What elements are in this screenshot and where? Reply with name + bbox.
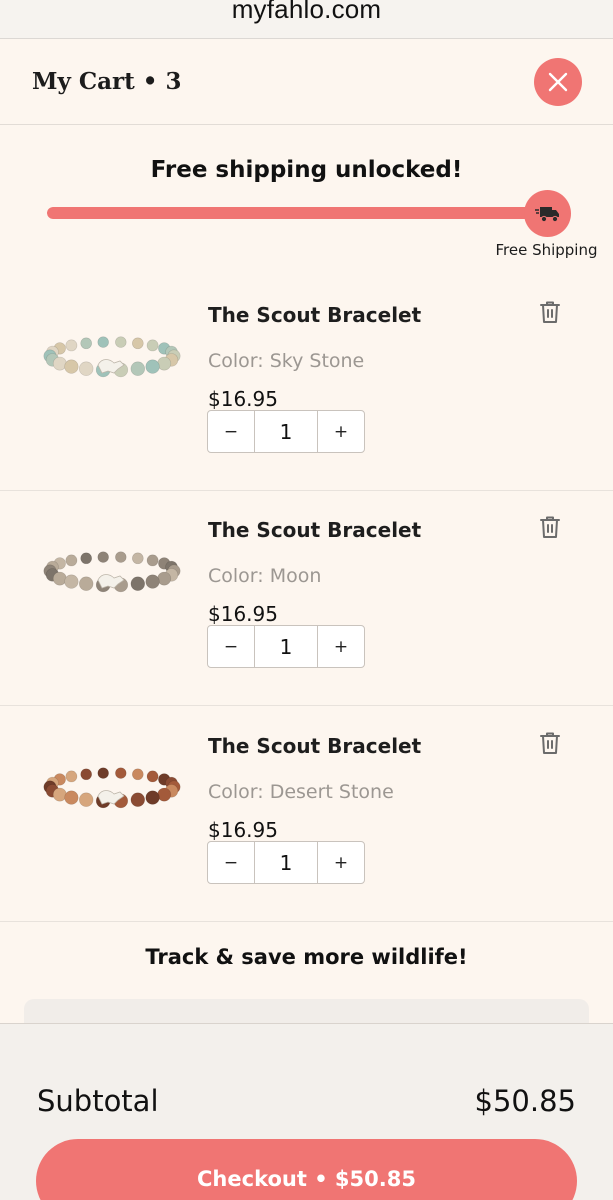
bracelet-bead	[146, 554, 159, 567]
bracelet-bead	[97, 551, 109, 563]
bracelet-bead	[115, 767, 127, 779]
increase-quantity-button[interactable]: +	[318, 411, 364, 452]
bracelet-bead	[97, 336, 109, 348]
cart-item: The Scout Bracelet Color: Sky Stone $16.…	[0, 276, 613, 491]
bracelet-bead	[64, 359, 79, 374]
bracelet-image[interactable]	[40, 752, 185, 822]
increase-quantity-button[interactable]: +	[318, 626, 364, 667]
quantity-value[interactable]: 1	[254, 626, 318, 667]
bracelet-image[interactable]	[40, 321, 185, 391]
bracelet-bead	[157, 787, 172, 802]
trash-icon[interactable]	[539, 515, 561, 539]
bracelet-bead	[130, 576, 146, 591]
close-cart-button[interactable]	[534, 58, 582, 106]
bracelet-bead	[65, 554, 78, 567]
item-price: $16.95	[208, 387, 278, 411]
decrease-quantity-button[interactable]: −	[208, 411, 254, 452]
bracelet-bead	[130, 361, 146, 376]
cart-footer: Subtotal $50.85 Checkout • $50.85	[0, 1023, 613, 1200]
close-icon	[548, 72, 568, 92]
bracelet-bead	[115, 336, 127, 348]
bracelet-bead	[146, 770, 159, 783]
bracelet-bead	[115, 551, 127, 563]
browser-url-text: myfahlo.com	[231, 0, 382, 24]
item-name[interactable]: The Scout Bracelet	[208, 518, 421, 542]
subtotal-label: Subtotal	[37, 1084, 159, 1118]
bracelet-bead	[80, 337, 93, 350]
item-color: Color: Moon	[208, 565, 322, 587]
bracelet-bead	[65, 339, 78, 352]
shipping-progress-bar	[47, 207, 547, 219]
decrease-quantity-button[interactable]: −	[208, 842, 254, 883]
free-shipping-label: Free Shipping	[495, 241, 598, 259]
bracelet-bead	[64, 790, 79, 805]
increase-quantity-button[interactable]: +	[318, 842, 364, 883]
item-color: Color: Sky Stone	[208, 350, 365, 372]
item-name[interactable]: The Scout Bracelet	[208, 303, 421, 327]
bracelet-bead	[80, 552, 93, 565]
trash-icon[interactable]	[539, 300, 561, 324]
decrease-quantity-button[interactable]: −	[208, 626, 254, 667]
truck-icon	[534, 206, 559, 222]
bracelet-bead	[97, 767, 109, 779]
quantity-value[interactable]: 1	[254, 842, 318, 883]
bracelet-bead	[80, 768, 93, 781]
bracelet-bead	[145, 574, 160, 589]
bracelet-bead	[132, 552, 144, 565]
shipping-progress-fill	[47, 207, 547, 219]
bracelet-bead	[132, 337, 144, 350]
item-name[interactable]: The Scout Bracelet	[208, 734, 421, 758]
bracelet-bead	[78, 361, 94, 376]
quantity-stepper: − 1 +	[207, 410, 365, 453]
item-price: $16.95	[208, 818, 278, 842]
free-shipping-message: Free shipping unlocked!	[150, 157, 463, 183]
subtotal-value: $50.85	[474, 1084, 576, 1118]
cart-item: The Scout Bracelet Color: Moon $16.95 − …	[0, 491, 613, 706]
quantity-stepper: − 1 +	[207, 625, 365, 668]
quantity-value[interactable]: 1	[254, 411, 318, 452]
cart-item: The Scout Bracelet Color: Desert Stone $…	[0, 707, 613, 922]
cart-title: My Cart • 3	[32, 68, 182, 95]
browser-url-bar[interactable]: myfahlo.com	[0, 0, 613, 39]
quantity-stepper: − 1 +	[207, 841, 365, 884]
item-color: Color: Desert Stone	[208, 781, 394, 803]
bracelet-bead	[146, 339, 159, 352]
bracelet-bead	[130, 792, 146, 807]
bracelet-bead	[132, 768, 144, 781]
bracelet-bead	[157, 356, 172, 371]
bracelet-bead	[78, 576, 94, 591]
bracelet-bead	[145, 790, 160, 805]
bracelet-bead	[64, 574, 79, 589]
bracelet-bead	[52, 787, 67, 802]
bracelet-bead	[78, 792, 94, 807]
bracelet-bead	[145, 359, 160, 374]
bracelet-bead	[52, 356, 67, 371]
bracelet-bead	[52, 571, 67, 586]
bracelet-bead	[65, 770, 78, 783]
cart-header: My Cart • 3	[0, 39, 613, 125]
bracelet-bead	[157, 571, 172, 586]
item-price: $16.95	[208, 602, 278, 626]
bracelet-image[interactable]	[40, 536, 185, 606]
shipping-truck-badge	[524, 190, 571, 237]
upsell-title: Track & save more wildlife!	[145, 945, 468, 969]
checkout-button[interactable]: Checkout • $50.85	[36, 1139, 577, 1200]
trash-icon[interactable]	[539, 731, 561, 755]
